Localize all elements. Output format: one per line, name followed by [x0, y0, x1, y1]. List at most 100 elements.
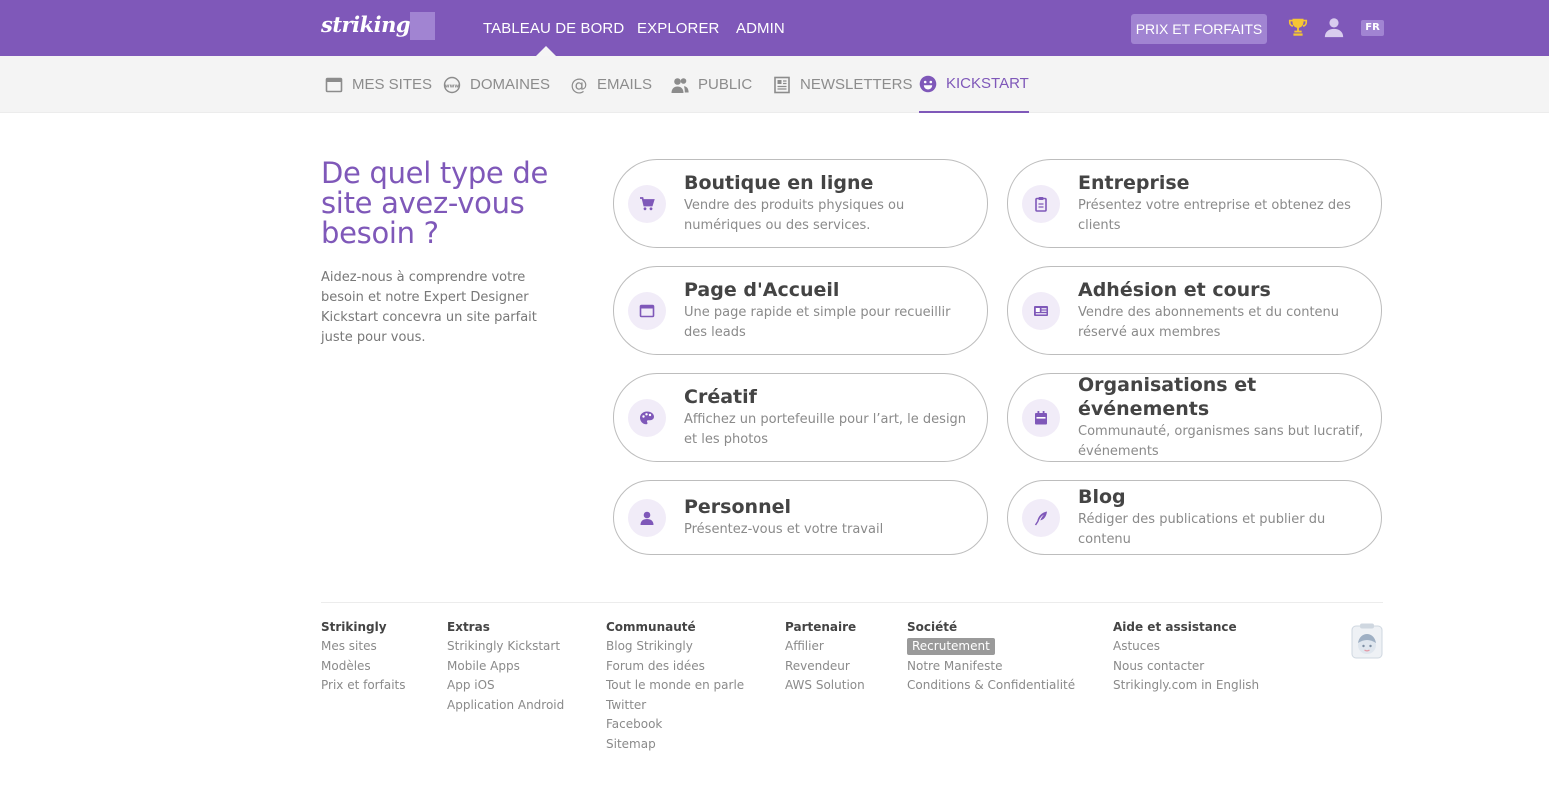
tab-newsletters[interactable]: NEWSLETTERS	[773, 56, 913, 113]
tab-label: MES SITES	[352, 76, 433, 93]
footer-heading: Société	[907, 620, 958, 634]
person-icon	[640, 511, 654, 525]
tab-label: NEWSLETTERS	[800, 76, 913, 93]
card-description: Rédiger des publications et publier du c…	[1078, 512, 1326, 547]
card-description: Affichez un portefeuille pour l’art, le …	[684, 412, 967, 447]
footer-link[interactable]: Affilier	[785, 637, 865, 657]
card-description: Une page rapide et simple pour recueilli…	[684, 305, 951, 340]
site-type-card-landing-page[interactable]: Page d'Accueil Une page rapide et simple…	[613, 266, 988, 355]
card-title: Blog	[1078, 486, 1126, 508]
card-title: Boutique en ligne	[684, 172, 874, 194]
svg-text:@: @	[571, 76, 588, 94]
nav-admin[interactable]: ADMIN	[736, 20, 785, 37]
card-title: Page d'Accueil	[684, 279, 840, 301]
card-title: Adhésion et cours	[1078, 279, 1271, 301]
footer-link[interactable]: App iOS	[447, 676, 564, 696]
pricing-button[interactable]: PRIX ET FORFAITS	[1131, 14, 1267, 44]
page-title: De quel type de site avez-vous besoin ?	[321, 156, 549, 250]
footer-link[interactable]: Facebook	[606, 715, 744, 735]
footer-link[interactable]: Modèles	[321, 657, 405, 677]
palette-icon	[640, 411, 654, 424]
card-title: Personnel	[684, 496, 791, 518]
footer-link[interactable]: Astuces	[1113, 637, 1259, 657]
site-type-card-blog[interactable]: Blog Rédiger des publications et publier…	[1007, 480, 1382, 555]
footer-link-recruitment[interactable]: Recrutement	[907, 637, 1075, 657]
footer-link[interactable]: Twitter	[606, 696, 744, 716]
page-description: Aidez-nous à comprendre votre besoin et …	[321, 270, 537, 345]
footer-column-company: Société Recrutement Notre Manifeste Cond…	[907, 619, 1075, 696]
id-card-icon	[1034, 305, 1048, 316]
users-icon	[671, 77, 689, 93]
mascot-icon	[1351, 623, 1383, 659]
footer-heading: Partenaire	[785, 620, 857, 634]
site-type-card-creative[interactable]: Créatif Affichez un portefeuille pour l’…	[613, 373, 988, 462]
language-switcher[interactable]: FR	[1361, 20, 1384, 36]
tab-label: EMAILS	[597, 76, 653, 93]
browser-window-icon	[639, 304, 655, 317]
active-nav-caret	[536, 46, 556, 56]
top-navigation-bar: strikingly TABLEAU DE BORD EXPLORER ADMI…	[0, 0, 1549, 56]
footer-link[interactable]: Strikingly Kickstart	[447, 637, 564, 657]
smiley-icon	[919, 75, 937, 92]
user-account-icon[interactable]	[1323, 16, 1345, 38]
secondary-navigation-bar: MES SITES www DOMAINES @ EMAILS PUBLIC N…	[0, 56, 1549, 113]
footer-link[interactable]: Revendeur	[785, 657, 865, 677]
card-description: Présentez-vous et votre travail	[684, 522, 884, 537]
tab-my-sites[interactable]: MES SITES	[325, 56, 432, 113]
footer-divider	[321, 602, 1383, 603]
site-type-card-membership[interactable]: Adhésion et cours Vendre des abonnements…	[1007, 266, 1382, 355]
footer-link[interactable]: Tout le monde en parle	[606, 676, 744, 696]
tab-emails[interactable]: @ EMAILS	[570, 56, 653, 113]
site-type-card-online-store[interactable]: Boutique en ligne Vendre des produits ph…	[613, 159, 988, 248]
footer-link[interactable]: Application Android	[447, 696, 564, 716]
nav-explorer[interactable]: EXPLORER	[637, 20, 720, 37]
card-description: Présentez votre entreprise et obtenez de…	[1078, 198, 1351, 233]
footer-link[interactable]: Sitemap	[606, 735, 744, 755]
footer-link[interactable]: AWS Solution	[785, 676, 865, 696]
footer-link[interactable]: Mes sites	[321, 637, 405, 657]
footer-link[interactable]: Conditions & Confidentialité	[907, 676, 1075, 696]
site-type-card-business[interactable]: Entreprise Présentez votre entreprise et…	[1007, 159, 1382, 248]
calendar-icon	[1035, 410, 1047, 424]
tab-audience[interactable]: PUBLIC	[671, 56, 752, 113]
svg-text:www: www	[445, 83, 460, 89]
card-description: Vendre des produits physiques ou numériq…	[684, 198, 905, 233]
tab-domains[interactable]: www DOMAINES	[443, 56, 550, 113]
site-type-card-organizations-events[interactable]: Organisations et événements Communauté, …	[1007, 373, 1382, 462]
footer-link[interactable]: Nous contacter	[1113, 657, 1259, 677]
tab-label: DOMAINES	[470, 76, 551, 93]
nav-dashboard[interactable]: TABLEAU DE BORD	[483, 20, 624, 37]
footer-column-partner: Partenaire Affilier Revendeur AWS Soluti…	[785, 619, 865, 696]
footer-column-extras: Extras Strikingly Kickstart Mobile Apps …	[447, 619, 564, 715]
tab-kickstart[interactable]: KICKSTART	[919, 56, 1029, 113]
card-title: Entreprise	[1078, 172, 1190, 194]
newspaper-icon	[774, 76, 790, 93]
recruitment-badge: Recrutement	[907, 638, 995, 655]
footer-heading: Aide et assistance	[1113, 620, 1237, 634]
footer-heading: Extras	[447, 620, 490, 634]
card-title: Créatif	[684, 386, 757, 408]
www-globe-icon: www	[443, 76, 461, 93]
shopping-cart-icon	[640, 196, 655, 210]
footer-column-strikingly: Strikingly Mes sites Modèles Prix et for…	[321, 619, 405, 696]
tab-label: PUBLIC	[698, 76, 753, 93]
footer-heading: Strikingly	[321, 620, 387, 634]
footer-link[interactable]: Strikingly.com in English	[1113, 676, 1259, 696]
clipboard-icon	[1035, 196, 1047, 212]
logo-badge	[410, 12, 435, 40]
footer-link[interactable]: Mobile Apps	[447, 657, 564, 677]
site-type-card-personal[interactable]: Personnel Présentez-vous et votre travai…	[613, 480, 988, 555]
footer-link[interactable]: Blog Strikingly	[606, 637, 744, 657]
footer-link[interactable]: Forum des idées	[606, 657, 744, 677]
quill-icon	[1034, 511, 1047, 525]
footer-column-community: Communauté Blog Strikingly Forum des idé…	[606, 619, 744, 754]
at-sign-icon: @	[571, 76, 588, 94]
card-description: Communauté, organismes sans but lucratif…	[1078, 424, 1364, 459]
footer-heading: Communauté	[606, 620, 696, 634]
footer-link[interactable]: Prix et forfaits	[321, 676, 405, 696]
browser-window-icon	[325, 77, 343, 92]
tab-label: KICKSTART	[946, 75, 1029, 92]
card-description: Vendre des abonnements et du contenu rés…	[1078, 305, 1340, 340]
trophy-icon[interactable]	[1287, 16, 1309, 38]
footer-link[interactable]: Notre Manifeste	[907, 657, 1075, 677]
